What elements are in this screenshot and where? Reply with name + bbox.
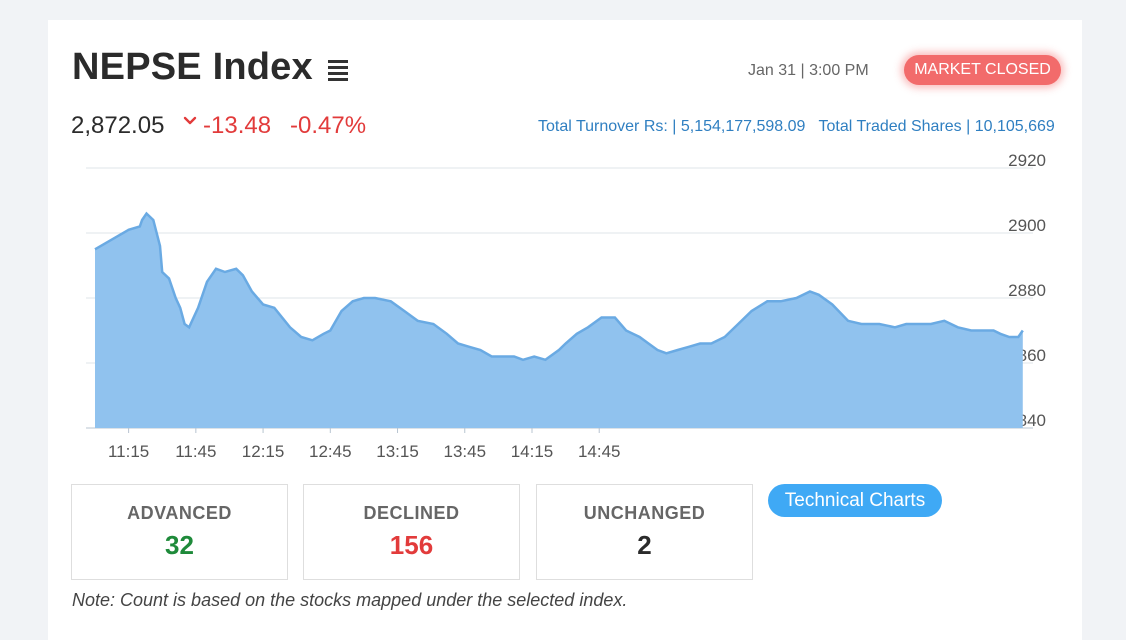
page-title: NEPSE Index <box>72 46 313 88</box>
index-price: 2,872.05 <box>71 112 165 139</box>
area-series <box>95 213 1023 428</box>
market-datetime: Jan 31 | 3:00 PM <box>748 62 869 79</box>
x-tick-label: 14:15 <box>511 442 554 461</box>
unchanged-count: 2 <box>637 530 652 560</box>
x-tick-label: 13:15 <box>376 442 419 461</box>
x-tick-label: 12:15 <box>242 442 285 461</box>
advanced-label: ADVANCED <box>127 503 232 523</box>
declined-label: DECLINED <box>363 503 460 523</box>
market-status-badge: MARKET CLOSED <box>904 55 1061 85</box>
declined-box: DECLINED 156 <box>303 484 520 580</box>
declined-count: 156 <box>389 530 434 560</box>
hamburger-list-icon[interactable] <box>328 60 348 82</box>
nepse-card: NEPSE Index Jan 31 | 3:00 PM MARKET CLOS… <box>48 20 1082 640</box>
x-tick-label: 11:15 <box>108 442 149 461</box>
footnote: Note: Count is based on the stocks mappe… <box>72 590 628 610</box>
x-tick-label: 11:45 <box>175 442 216 461</box>
index-change: -13.48 <box>203 112 272 139</box>
advanced-box: ADVANCED 32 <box>71 484 288 580</box>
advanced-count: 32 <box>165 530 194 560</box>
y-tick-label: 2880 <box>1008 281 1046 300</box>
index-area-chart[interactable]: 2920290028802860284011:15 11:45 12:15 12:45… <box>48 148 1082 468</box>
x-tick-label: 14:45 <box>578 442 621 461</box>
technical-charts-button[interactable]: Technical Charts <box>768 484 942 517</box>
unchanged-box: UNCHANGED 2 <box>536 484 753 580</box>
x-tick-label: 12:45 <box>309 442 352 461</box>
unchanged-label: UNCHANGED <box>583 503 706 523</box>
y-tick-label: 2900 <box>1008 216 1046 235</box>
chevron-down-icon <box>183 116 197 125</box>
y-tick-label: 2920 <box>1008 151 1046 170</box>
index-change-percent: -0.47% <box>290 112 367 139</box>
x-tick-label: 13:45 <box>443 442 486 461</box>
turnover-summary: Total Turnover Rs: | 5,154,177,598.09 To… <box>538 118 1055 135</box>
